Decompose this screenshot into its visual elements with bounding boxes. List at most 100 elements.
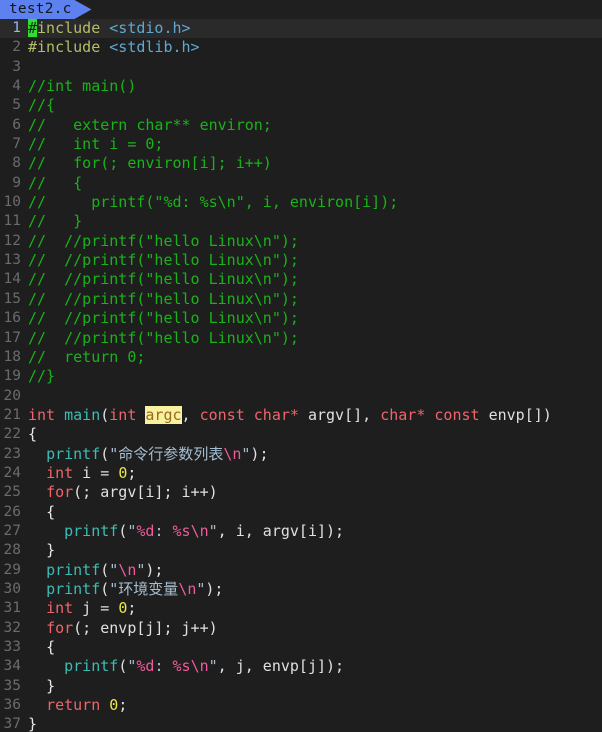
code-token: \n (178, 579, 197, 598)
line-number: 19 (3, 368, 21, 385)
code-line[interactable]: 7 // int i = 0; (0, 135, 602, 154)
code-token: " (208, 657, 218, 676)
code-line[interactable]: 27 printf("%d: %s\n", i, argv[i]); (0, 522, 602, 541)
line-number: 31 (3, 600, 21, 617)
code-line[interactable]: 32 for(; envp[j]; j++) (0, 619, 602, 638)
line-number: 11 (3, 213, 21, 230)
code-line-text: // //printf("hello Linux\n"); (28, 329, 602, 348)
line-number: 15 (3, 290, 21, 307)
code-line[interactable]: 2 #include <stdlib.h> (0, 38, 602, 57)
code-line[interactable]: 28 } (0, 541, 602, 560)
line-number: 18 (3, 348, 21, 365)
code-line[interactable]: 37} (0, 715, 602, 732)
code-line[interactable]: 33 { (0, 638, 602, 657)
code-line[interactable]: 14 // //printf("hello Linux\n"); (0, 270, 602, 289)
code-line[interactable]: 8 // for(; environ[i]; i++) (0, 154, 602, 173)
code-line[interactable]: 25 for(; argv[i]; i++) (0, 483, 602, 502)
code-line[interactable]: 4 //int main() (0, 77, 602, 96)
code-token: %s (172, 521, 191, 540)
code-line-text: } (28, 541, 602, 560)
code-line[interactable]: 23 printf("命令行参数列表\n"); (0, 445, 602, 464)
code-line[interactable]: 1 #include <stdio.h> (0, 19, 602, 39)
code-line-text: int main(int argc, const char* argv[], c… (28, 405, 602, 425)
code-editor[interactable]: 1 #include <stdio.h> 2 #include <stdlib.h> 3… (0, 19, 602, 732)
code-line[interactable]: 12 // //printf("hello Linux\n"); (0, 232, 602, 251)
code-token: " (208, 521, 218, 540)
line-number: 26 (3, 503, 21, 520)
code-line[interactable]: 6 // extern char** environ; (0, 116, 602, 135)
code-line[interactable]: 19 //} (0, 367, 602, 386)
code-line[interactable]: 29 printf("\n"); (0, 561, 602, 580)
line-number: 14 (3, 271, 21, 288)
code-token: { (28, 425, 38, 444)
code-token: ; (127, 599, 137, 618)
line-number: 13 (3, 252, 21, 269)
code-line-text: printf("命令行参数列表\n"); (28, 445, 602, 464)
code-line[interactable]: 24 int i = 0; (0, 464, 602, 483)
code-line-text: //} (28, 367, 602, 386)
code-token: %d (136, 657, 155, 676)
code-line[interactable]: 20 (0, 387, 602, 406)
code-line[interactable]: 26 { (0, 503, 602, 522)
line-number: 16 (3, 310, 21, 327)
code-line[interactable]: 13 // //printf("hello Linux\n"); (0, 251, 602, 270)
line-number: 34 (3, 658, 21, 675)
line-number: 20 (3, 387, 21, 404)
code-line[interactable]: 9 // { (0, 174, 602, 193)
code-token: <stdlib.h> (109, 38, 200, 57)
code-token: " (109, 560, 119, 579)
code-token: // int i = 0; (28, 135, 164, 154)
code-line[interactable]: 30 printf("环境变量\n"); (0, 580, 602, 599)
line-number: 9 (12, 174, 21, 191)
code-line[interactable]: 18 // return 0; (0, 348, 602, 367)
code-line[interactable]: 11 // } (0, 212, 602, 231)
code-line-text: printf("\n"); (28, 561, 602, 580)
editor-tab-test2-c[interactable]: test2.c (0, 0, 92, 19)
code-line[interactable]: 17 // //printf("hello Linux\n"); (0, 329, 602, 348)
line-number: 22 (3, 426, 21, 443)
code-line[interactable]: 31 int j = 0; (0, 599, 602, 618)
line-number: 7 (12, 136, 21, 153)
code-token: \n (190, 657, 209, 676)
code-token: envp[]) (479, 405, 552, 424)
code-token: ( (118, 657, 128, 676)
code-line[interactable]: 34 printf("%d: %s\n", j, envp[j]); (0, 657, 602, 676)
code-token: "命令行参数列表 (109, 444, 224, 463)
code-line-text: #include <stdio.h> (28, 19, 602, 38)
code-line[interactable]: 3 (0, 58, 602, 77)
code-line[interactable]: 10 // printf("%d: %s\n", i, environ[i]); (0, 193, 602, 212)
line-number: 35 (3, 677, 21, 694)
code-token: %s (172, 657, 191, 676)
code-line-text: } (28, 677, 602, 696)
code-line[interactable]: 36 return 0; (0, 696, 602, 715)
code-line[interactable]: 5 //{ (0, 96, 602, 115)
code-token: // //printf("hello Linux\n"); (28, 328, 299, 347)
code-line-text: return 0; (28, 696, 602, 715)
code-token: // //printf("hello Linux\n"); (28, 270, 299, 289)
code-line[interactable]: 35 } (0, 677, 602, 696)
code-line[interactable]: 22 { (0, 425, 602, 444)
code-token: int (46, 463, 74, 482)
code-token: printf (46, 444, 101, 463)
line-number: 8 (12, 155, 21, 172)
code-token: ( (100, 444, 110, 463)
code-line[interactable]: 16 // //printf("hello Linux\n"); (0, 309, 602, 328)
line-number: 33 (3, 639, 21, 655)
code-token: ); (145, 560, 164, 579)
code-token: ; (118, 696, 128, 715)
code-token: #include (28, 38, 101, 57)
code-line[interactable]: 15 // //printf("hello Linux\n"); (0, 290, 602, 309)
code-line-text: // //printf("hello Linux\n"); (28, 309, 602, 328)
line-number: 3 (12, 58, 21, 75)
code-line-text: // extern char** environ; (28, 116, 602, 135)
code-token: //int main() (28, 77, 137, 96)
code-token: 0 (109, 696, 119, 715)
code-line[interactable]: 21 int main(int argc, const char* argv[],… (0, 405, 602, 425)
line-number: 36 (3, 697, 21, 714)
